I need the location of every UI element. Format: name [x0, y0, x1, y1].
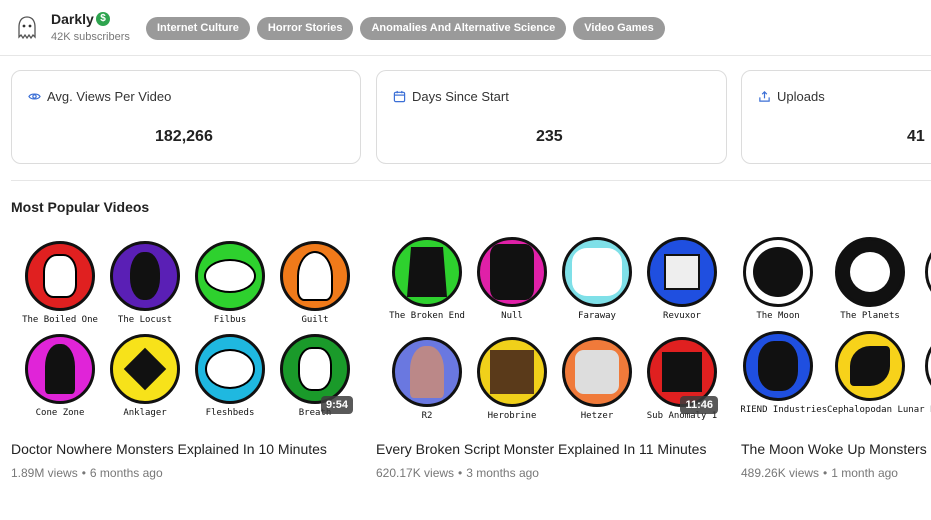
- ghost-icon[interactable]: [13, 14, 41, 42]
- verified-badge-icon: $: [96, 12, 110, 26]
- video-age: 6 months ago: [89, 466, 163, 480]
- monster-thumb: Cephalopodan Lunar Progenitor: [827, 331, 931, 415]
- video-thumbnail[interactable]: The Moon The Planets FRIEND Industries C…: [741, 231, 931, 426]
- stat-card-days: Days Since Start 235: [376, 70, 727, 164]
- stat-value: 182,266: [155, 128, 213, 145]
- stat-label: Days Since Start: [412, 89, 509, 104]
- monster-thumb: Null: [469, 237, 555, 321]
- video-meta: 1.89M views • 6 months ago: [11, 466, 163, 480]
- video-title[interactable]: The Moon Woke Up Monsters Explained In 1…: [741, 438, 931, 460]
- stat-label: Uploads: [777, 89, 825, 104]
- video-thumbnail[interactable]: The Boiled One The Locust Filbus Guilt C…: [11, 231, 361, 426]
- monster-thumb: Revuxor: [639, 237, 725, 321]
- channel-header: Darkly $ 42K subscribers Internet Cultur…: [0, 0, 931, 56]
- video-age: 3 months ago: [466, 466, 539, 480]
- monster-thumb: The Broken End: [384, 237, 470, 321]
- video-card[interactable]: The Boiled One The Locust Filbus Guilt C…: [11, 231, 361, 480]
- section-title: Most Popular Videos: [11, 199, 150, 215]
- tag-video-games[interactable]: Video Games: [573, 17, 665, 40]
- monster-thumb: Cone Zone: [17, 334, 103, 418]
- subscriber-count: 42K subscribers: [51, 31, 130, 43]
- stat-value: 235: [536, 128, 563, 145]
- monster-thumb: The Locust: [102, 241, 188, 325]
- monster-thumb: [917, 237, 931, 307]
- channel-name[interactable]: Darkly: [51, 11, 94, 27]
- divider: [11, 180, 931, 181]
- video-card[interactable]: The Broken End Null Faraway Revuxor R2 H…: [376, 231, 726, 480]
- monster-thumb: Hetzer: [554, 337, 640, 421]
- stat-value: 41: [907, 128, 925, 145]
- video-title[interactable]: Doctor Nowhere Monsters Explained In 10 …: [11, 438, 351, 460]
- tag-anomalies[interactable]: Anomalies And Alternative Science: [360, 17, 567, 40]
- eye-icon: [28, 93, 41, 100]
- monster-thumb: R2: [384, 337, 470, 421]
- monster-thumb: [917, 331, 931, 401]
- video-title[interactable]: Every Broken Script Monster Explained In…: [376, 438, 716, 460]
- video-meta: 489.26K views • 1 month ago: [741, 466, 898, 480]
- video-card[interactable]: The Moon The Planets FRIEND Industries C…: [741, 231, 931, 480]
- video-duration: 9:54: [320, 396, 353, 414]
- monster-thumb: Faraway: [554, 237, 640, 321]
- stat-card-uploads: Uploads 41: [741, 70, 931, 164]
- stat-label: Avg. Views Per Video: [47, 89, 172, 104]
- tag-internet-culture[interactable]: Internet Culture: [146, 17, 250, 40]
- video-views: 1.89M views: [11, 466, 78, 480]
- video-views: 620.17K views: [376, 466, 455, 480]
- channel-tags: Internet Culture Horror Stories Anomalie…: [146, 17, 665, 40]
- video-views: 489.26K views: [741, 466, 820, 480]
- monster-thumb: Herobrine: [469, 337, 555, 421]
- monster-thumb: The Boiled One: [17, 241, 103, 325]
- monster-thumb: Anklager: [102, 334, 188, 418]
- monster-thumb: Filbus: [187, 241, 273, 325]
- monster-thumb: The Moon: [741, 237, 821, 321]
- monster-thumb: Guilt: [272, 241, 358, 325]
- video-meta: 620.17K views • 3 months ago: [376, 466, 539, 480]
- monster-thumb: Fleshbeds: [187, 334, 273, 418]
- video-age: 1 month ago: [831, 466, 898, 480]
- stat-card-avg-views: Avg. Views Per Video 182,266: [11, 70, 361, 164]
- calendar-icon: [393, 90, 406, 103]
- tag-horror-stories[interactable]: Horror Stories: [256, 17, 354, 40]
- monster-thumb: The Planets: [827, 237, 913, 321]
- monster-thumb: FRIEND Industries: [741, 331, 827, 415]
- video-thumbnail[interactable]: The Broken End Null Faraway Revuxor R2 H…: [376, 231, 726, 426]
- upload-icon: [759, 91, 770, 102]
- video-duration: 11:46: [680, 396, 718, 414]
